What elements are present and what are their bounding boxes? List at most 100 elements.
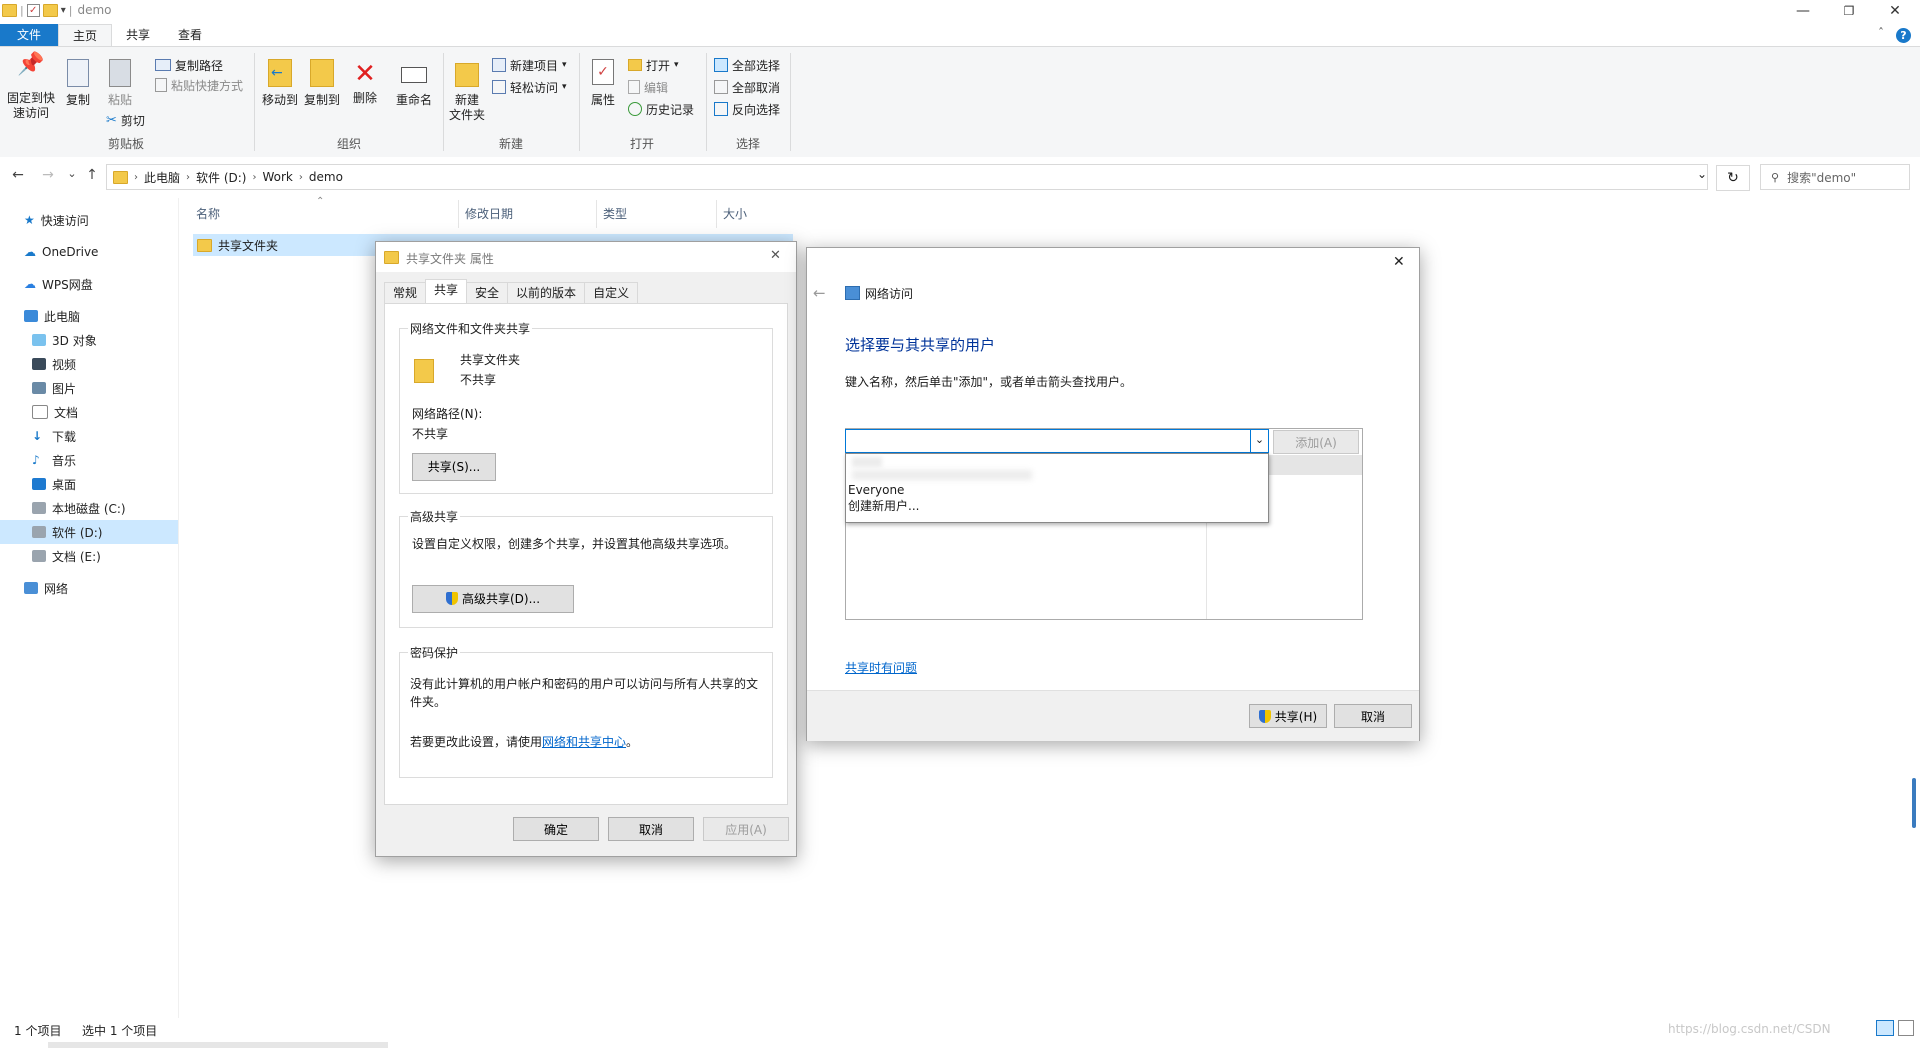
delete-x-icon: ✕ bbox=[354, 59, 376, 89]
large-icons-view-icon[interactable] bbox=[1898, 1020, 1914, 1036]
nav-wps-drive[interactable]: ☁ WPS网盘 bbox=[0, 272, 178, 296]
add-button[interactable]: 添加(A) bbox=[1273, 430, 1359, 454]
back-button[interactable]: ← bbox=[6, 167, 30, 183]
maximize-button[interactable]: ❐ bbox=[1826, 0, 1872, 24]
folder-icon bbox=[113, 170, 128, 184]
address-dropdown-button[interactable]: ⌄ bbox=[1697, 167, 1707, 181]
easy-access-button[interactable]: 轻松访问 ▾ bbox=[492, 77, 567, 97]
breadcrumb-demo[interactable]: demo bbox=[303, 170, 349, 184]
folder-icon bbox=[2, 3, 17, 17]
nav-3d-objects[interactable]: 3D 对象 bbox=[0, 328, 178, 352]
drive-icon bbox=[32, 502, 46, 514]
nav-pictures[interactable]: 图片 bbox=[0, 376, 178, 400]
tab-security[interactable]: 安全 bbox=[466, 282, 509, 303]
nav-music[interactable]: ♪ 音乐 bbox=[0, 448, 178, 472]
tab-general[interactable]: 常规 bbox=[384, 282, 427, 303]
address-bar[interactable]: › 此电脑 › 软件 (D:) › Work › demo ⌄ bbox=[106, 164, 1708, 190]
properties-check-icon[interactable]: ✓ bbox=[26, 3, 40, 17]
select-none-button[interactable]: 全部取消 bbox=[714, 77, 780, 97]
tab-home[interactable]: 主页 bbox=[58, 23, 113, 47]
column-header-name[interactable]: 名称 bbox=[196, 200, 448, 228]
tab-sharing[interactable]: 共享 bbox=[425, 279, 468, 303]
ok-button[interactable]: 确定 bbox=[513, 817, 599, 841]
help-icon[interactable]: ? bbox=[1896, 28, 1911, 43]
paste-button[interactable]: 粘贴 bbox=[102, 57, 138, 108]
move-to-button[interactable]: ← 移动到 bbox=[260, 57, 300, 108]
column-header-size[interactable]: 大小 bbox=[716, 200, 803, 228]
tab-previous-versions[interactable]: 以前的版本 bbox=[507, 282, 586, 303]
qat-separator: | bbox=[20, 3, 24, 17]
nav-onedrive[interactable]: ☁ OneDrive bbox=[0, 240, 178, 264]
copy-to-button[interactable]: 复制到 bbox=[302, 57, 342, 108]
dropdown-option-create-user[interactable]: 创建新用户... bbox=[848, 498, 1258, 514]
advanced-sharing-group: 高级共享 设置自定义权限，创建多个共享，并设置其他高级共享选项。 高级共享(D)… bbox=[399, 508, 773, 628]
collapse-ribbon-icon[interactable]: ˆ bbox=[1878, 26, 1884, 40]
column-header-type[interactable]: 类型 bbox=[596, 200, 713, 228]
history-button[interactable]: 历史记录 bbox=[628, 99, 694, 119]
nav-drive-c[interactable]: 本地磁盘 (C:) bbox=[0, 496, 178, 520]
nav-videos[interactable]: 视频 bbox=[0, 352, 178, 376]
breadcrumb-drive-d[interactable]: 软件 (D:) bbox=[190, 169, 252, 186]
scroll-indicator[interactable] bbox=[1912, 778, 1916, 828]
properties-button[interactable]: ✓ 属性 bbox=[586, 57, 620, 108]
back-arrow-icon[interactable]: ← bbox=[813, 284, 826, 302]
nav-downloads[interactable]: ↓ 下载 bbox=[0, 424, 178, 448]
combo-dropdown-arrow[interactable]: ⌄ bbox=[1250, 430, 1268, 452]
share-button[interactable]: 共享(S)... bbox=[412, 453, 496, 481]
refresh-button[interactable]: ↻ bbox=[1716, 165, 1750, 191]
new-folder-icon[interactable] bbox=[42, 3, 58, 17]
nav-network[interactable]: 网络 bbox=[0, 576, 178, 600]
new-item-button[interactable]: 新建项目 ▾ bbox=[492, 55, 567, 75]
copy-button[interactable]: 复制 bbox=[62, 57, 94, 108]
minimize-button[interactable]: — bbox=[1780, 0, 1826, 24]
column-header-modified[interactable]: 修改日期 bbox=[458, 200, 601, 228]
network-access-dialog: ✕ ← 网络访问 选择要与其共享的用户 键入名称，然后单击"添加"，或者单击箭头… bbox=[806, 247, 1420, 741]
apply-button[interactable]: 应用(A) bbox=[703, 817, 789, 841]
nav-this-pc[interactable]: 此电脑 bbox=[0, 304, 178, 328]
tab-file[interactable]: 文件 bbox=[0, 24, 59, 46]
nav-drive-e[interactable]: 文档 (E:) bbox=[0, 544, 178, 568]
new-folder-button[interactable]: 新建 文件夹 bbox=[446, 57, 488, 123]
rename-button[interactable]: 重命名 bbox=[392, 57, 436, 108]
breadcrumb-work[interactable]: Work bbox=[256, 170, 298, 184]
select-all-button[interactable]: 全部选择 bbox=[714, 55, 780, 75]
sharing-tab-panel: 网络文件和文件夹共享 共享文件夹 不共享 网络路径(N): 不共享 共享(S).… bbox=[384, 303, 788, 805]
tab-share[interactable]: 共享 bbox=[112, 24, 164, 46]
tab-customize[interactable]: 自定义 bbox=[584, 282, 639, 303]
properties-close-button[interactable]: ✕ bbox=[770, 248, 781, 263]
breadcrumb-this-pc[interactable]: 此电脑 bbox=[138, 169, 186, 186]
paste-shortcut-button[interactable]: 粘贴快捷方式 bbox=[155, 75, 243, 95]
star-icon: ★ bbox=[24, 213, 35, 227]
search-icon: ⚲ bbox=[1771, 170, 1780, 184]
nav-documents[interactable]: 文档 bbox=[0, 400, 178, 424]
copy-path-button[interactable]: 复制路径 bbox=[155, 55, 223, 75]
nav-drive-d[interactable]: 软件 (D:) bbox=[0, 520, 178, 544]
search-box[interactable]: ⚲ 搜索"demo" bbox=[1760, 164, 1910, 190]
network-cancel-button[interactable]: 取消 bbox=[1334, 704, 1412, 728]
ribbon-tabs: 文件 主页 共享 查看 ˆ ? bbox=[0, 23, 1920, 47]
qat-dropdown-arrow[interactable]: ▾ bbox=[61, 5, 66, 16]
network-dialog-close-button[interactable]: ✕ bbox=[1393, 254, 1405, 270]
sharing-problems-link[interactable]: 共享时有问题 bbox=[845, 659, 917, 676]
horizontal-scrollbar[interactable] bbox=[48, 1042, 388, 1048]
share-confirm-button[interactable]: 共享(H) bbox=[1249, 704, 1327, 728]
close-button[interactable]: ✕ bbox=[1872, 0, 1918, 24]
user-combo-input[interactable]: ⌄ bbox=[845, 429, 1269, 453]
network-sharing-center-link[interactable]: 网络和共享中心 bbox=[542, 735, 626, 749]
details-view-icon[interactable] bbox=[1876, 1020, 1894, 1036]
nav-desktop[interactable]: 桌面 bbox=[0, 472, 178, 496]
cut-button[interactable]: ✂ 剪切 bbox=[106, 110, 145, 130]
open-button[interactable]: 打开 ▾ bbox=[628, 55, 679, 75]
edit-button[interactable]: 编辑 bbox=[628, 77, 668, 97]
nav-quick-access[interactable]: ★ 快速访问 bbox=[0, 208, 178, 232]
invert-selection-button[interactable]: 反向选择 bbox=[714, 99, 780, 119]
up-button[interactable]: ↑ bbox=[80, 167, 104, 183]
dropdown-option-everyone[interactable]: Everyone bbox=[848, 482, 1258, 498]
advanced-sharing-button[interactable]: 高级共享(D)... bbox=[412, 585, 574, 613]
tab-view[interactable]: 查看 bbox=[164, 24, 216, 46]
delete-button[interactable]: ✕ 删除 bbox=[350, 57, 380, 106]
network-dialog-heading: 选择要与其共享的用户 bbox=[845, 336, 996, 354]
pin-quick-access-button[interactable]: 📌 固定到快 速访问 bbox=[6, 54, 56, 121]
cancel-button[interactable]: 取消 bbox=[608, 817, 694, 841]
forward-button[interactable]: → bbox=[36, 167, 60, 183]
